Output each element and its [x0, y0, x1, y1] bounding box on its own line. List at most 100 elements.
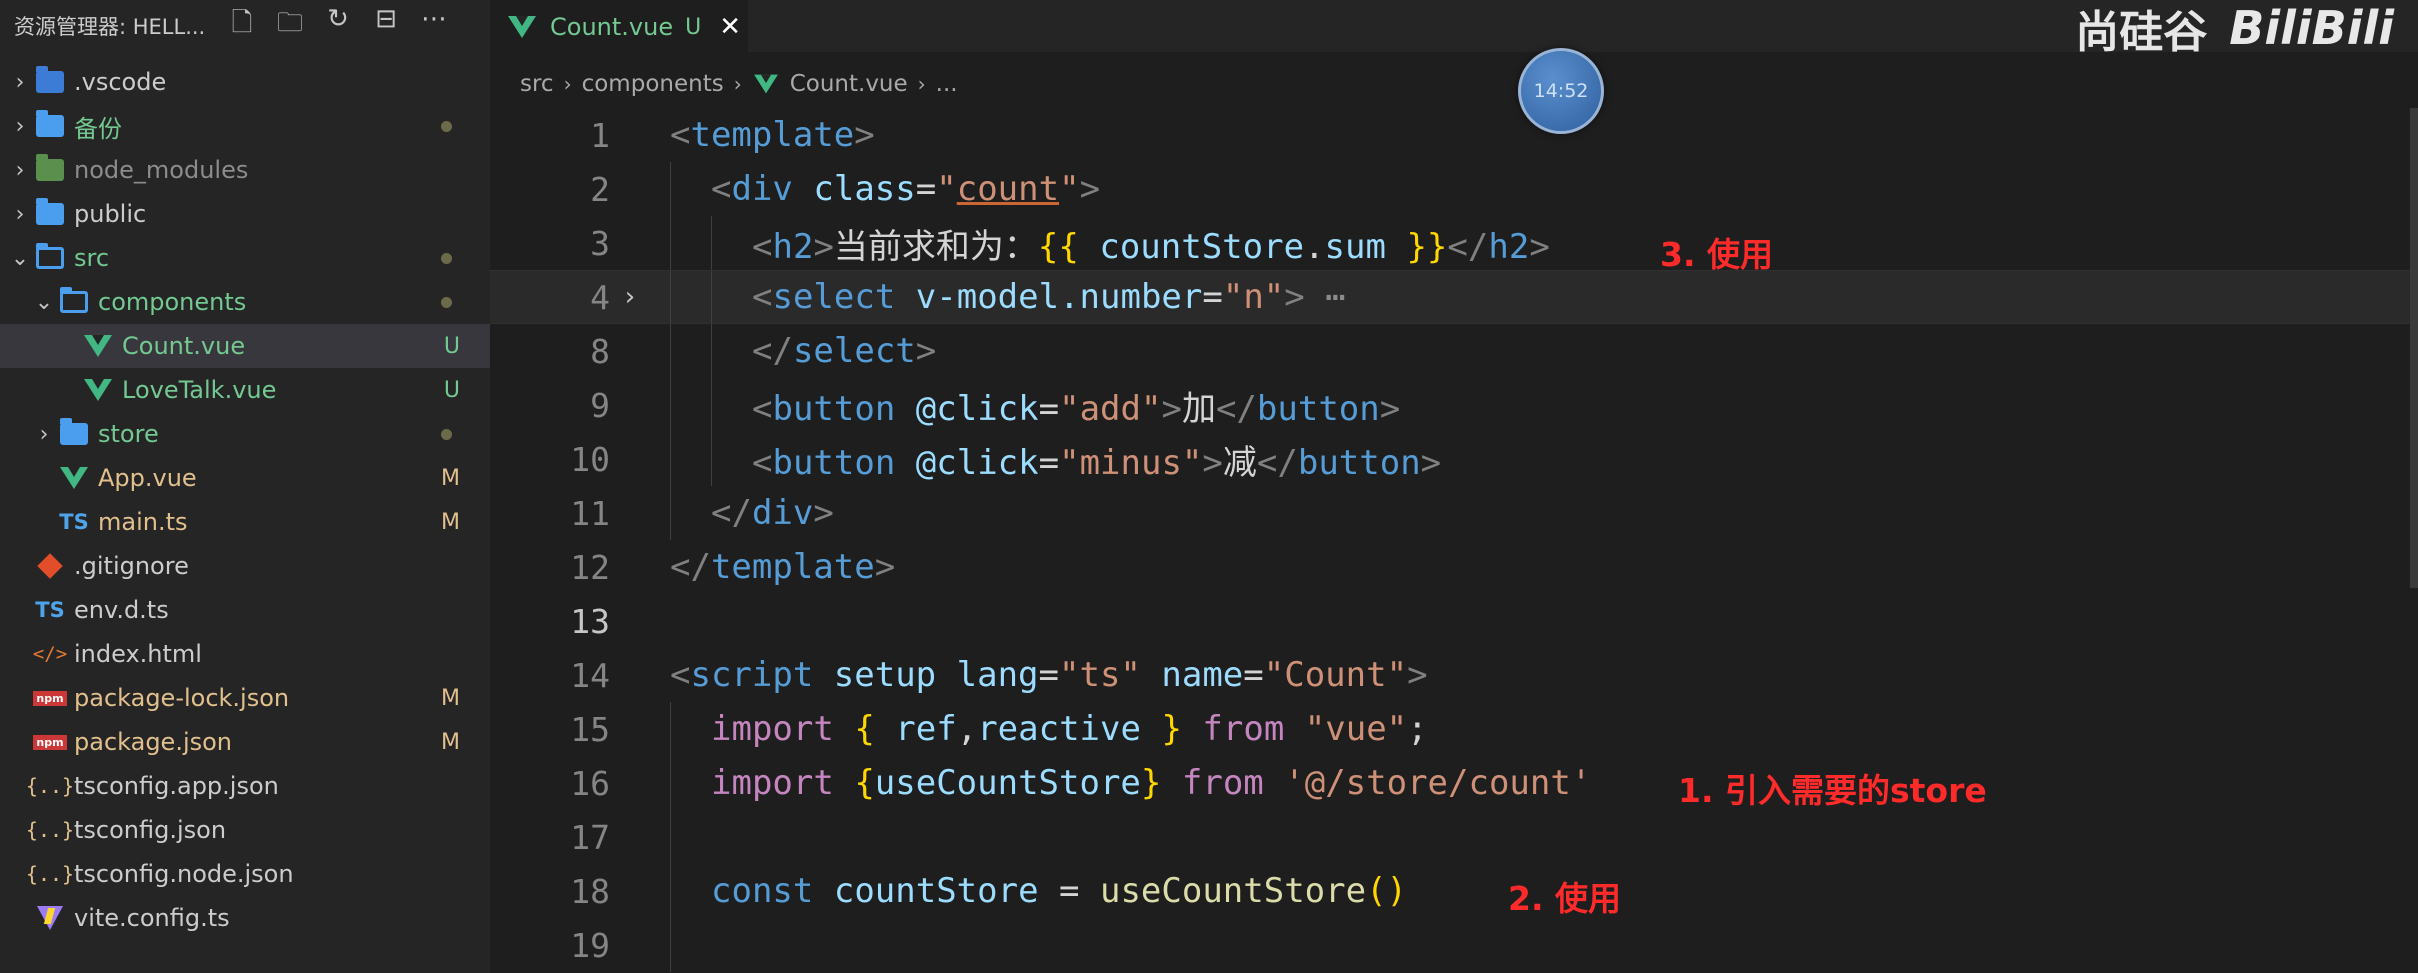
bilibili-logo: BiliBili: [2229, 1, 2394, 55]
new-folder-icon[interactable]: 🗀: [272, 4, 308, 48]
close-icon[interactable]: ✕: [719, 12, 741, 42]
tree-item[interactable]: ›App.vueM: [0, 456, 490, 500]
brand-logo-text: 尚硅谷: [2075, 7, 2208, 58]
line-number: 19: [570, 925, 610, 965]
typescript-file-icon: TS: [59, 510, 89, 534]
code-token: template: [710, 547, 875, 587]
code-line[interactable]: 13: [490, 594, 2418, 648]
code-token: }: [1140, 763, 1162, 803]
code-token: >: [1379, 388, 1401, 429]
code-line[interactable]: 4 › <select v-model.number="n"> ⋯: [490, 270, 2418, 324]
scrollbar[interactable]: [2410, 108, 2418, 588]
tree-item[interactable]: ›LoveTalk.vueU: [0, 368, 490, 412]
indent-guide: [711, 432, 712, 486]
tree-item[interactable]: ›.gitignore: [0, 544, 490, 588]
tree-item[interactable]: ›{..}tsconfig.node.json: [0, 852, 490, 896]
code-token: >: [1529, 226, 1550, 267]
code-line[interactable]: 8 </select>: [490, 324, 2418, 378]
tree-item[interactable]: ⌄ components: [0, 280, 490, 324]
tree-item-label: LoveTalk.vue: [122, 376, 277, 404]
code-token: {: [854, 709, 875, 749]
line-number: 4: [590, 277, 610, 317]
tree-item[interactable]: › node_modules: [0, 148, 490, 192]
tree-item[interactable]: ›npmpackage-lock.jsonM: [0, 676, 490, 720]
code-token: {: [854, 763, 875, 803]
code-token: @click: [915, 442, 1039, 483]
tree-item[interactable]: ›npmpackage.jsonM: [0, 720, 490, 764]
code-token: count: [956, 169, 1060, 209]
indent-guide: [670, 216, 671, 270]
code-line[interactable]: 11 </div>: [490, 486, 2418, 540]
refresh-icon[interactable]: ↻: [320, 4, 356, 48]
tree-item[interactable]: › .vscode: [0, 60, 490, 104]
code-line[interactable]: 16 import {useCountStore} from '@/store/c…: [490, 756, 2418, 810]
line-number: 14: [570, 655, 610, 695]
code-line[interactable]: 9 <button @click="add">加</button>: [490, 378, 2418, 432]
tree-item[interactable]: ›TSenv.d.ts: [0, 588, 490, 632]
tree-item[interactable]: › public: [0, 192, 490, 236]
code-token: from: [1181, 763, 1264, 803]
code-token: reactive: [977, 709, 1141, 749]
collapse-all-icon[interactable]: ⊟: [368, 4, 404, 48]
tree-item[interactable]: ›Count.vueU: [0, 324, 490, 368]
breadcrumb-components[interactable]: components: [582, 71, 724, 97]
code-line[interactable]: 10 <button @click="minus">减</button>: [490, 432, 2418, 486]
code-line[interactable]: 15 import { ref,reactive } from "vue";: [490, 702, 2418, 756]
code-token: countStore: [833, 871, 1039, 911]
tree-item[interactable]: › store: [0, 412, 490, 456]
code-token: lang: [956, 655, 1039, 695]
vue-file-icon: [84, 335, 112, 357]
folder-icon: [36, 198, 64, 225]
file-icon-slot: TS: [32, 598, 68, 622]
breadcrumb-src[interactable]: src: [520, 71, 554, 97]
indent-guide: [711, 271, 712, 323]
modified-dot-icon: [441, 120, 452, 132]
code-text: </template>: [650, 547, 895, 587]
code-token: 当前求和为：: [833, 226, 1038, 267]
node-folder-icon: [36, 154, 64, 181]
fold-chevron-icon[interactable]: ›: [610, 282, 650, 312]
git-file-icon: [37, 553, 63, 579]
breadcrumb-file[interactable]: Count.vue: [790, 71, 908, 97]
tree-item[interactable]: › 备份: [0, 104, 490, 148]
code-line[interactable]: 12 </template>: [490, 540, 2418, 594]
code-editor[interactable]: 1 <template> 2 <div class="count"> 3 <h2>当前求和…: [490, 108, 2418, 972]
code-token: <: [752, 388, 773, 429]
code-line[interactable]: 18 const countStore = useCountStore(): [490, 864, 2418, 918]
breadcrumb-symbol[interactable]: ...: [936, 71, 958, 97]
more-actions-icon[interactable]: ⋯: [416, 4, 452, 48]
tree-item[interactable]: ›</>index.html: [0, 632, 490, 676]
tree-item[interactable]: ›TSmain.tsM: [0, 500, 490, 544]
code-token: div: [751, 493, 814, 533]
tree-item[interactable]: ›{..}tsconfig.json: [0, 808, 490, 852]
code-line[interactable]: 2 <div class="count">: [490, 162, 2418, 216]
json-file-icon: {..}: [25, 774, 75, 798]
indent-guide: [711, 324, 712, 378]
tree-item-label: package-lock.json: [74, 684, 290, 712]
code-token: <: [670, 115, 691, 155]
tree-item[interactable]: ⌄ src: [0, 236, 490, 280]
tab-count-vue[interactable]: Count.vue U ✕: [490, 0, 748, 52]
code-token: {{: [1037, 226, 1079, 267]
tree-item-label: src: [74, 244, 110, 272]
indent-guide: [670, 702, 671, 756]
code-token: </: [670, 547, 711, 587]
tree-item[interactable]: ›vite.config.ts: [0, 896, 490, 940]
folder-open-icon: [60, 287, 88, 313]
code-line[interactable]: 14 <script setup lang="ts" name="Count">: [490, 648, 2418, 702]
vite-file-icon: [37, 906, 63, 930]
code-line[interactable]: 19: [490, 918, 2418, 972]
code-line[interactable]: 1 <template>: [490, 108, 2418, 162]
annotation-import-store-1: 1. 引入需要的store: [1678, 771, 1987, 810]
code-line[interactable]: 17: [490, 810, 2418, 864]
code-line[interactable]: 3 <h2>当前求和为：{{ countStore.sum }}</h2>: [490, 216, 2418, 270]
line-number: 17: [570, 817, 610, 857]
tree-item-label: node_modules: [74, 156, 249, 184]
file-tree: › .vscode › 备份 › node_modules › public ⌄ src ⌄ comp…: [0, 60, 490, 940]
new-file-icon[interactable]: 🗋: [224, 4, 260, 48]
tree-item[interactable]: ›{..}tsconfig.app.json: [0, 764, 490, 808]
indent-guide: [670, 324, 671, 378]
tree-item-label: index.html: [74, 640, 202, 668]
